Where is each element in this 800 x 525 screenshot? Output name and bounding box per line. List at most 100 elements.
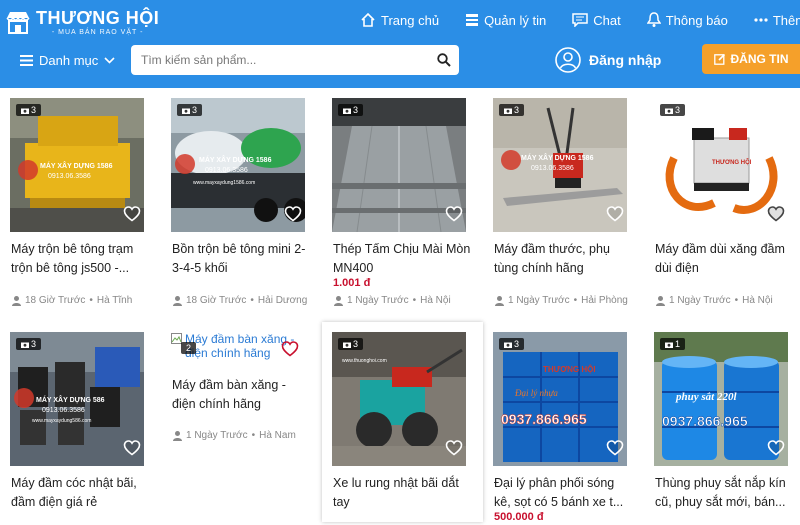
post-location: Hà Nội (742, 295, 773, 306)
heart-icon[interactable] (606, 205, 624, 223)
user-avatar-icon (12, 296, 21, 306)
chevron-down-icon (104, 56, 115, 64)
product-card[interactable]: THƯƠNG HỘI 3 Máy đầm dùi xăng đầm dùi đi… (644, 88, 800, 323)
product-card[interactable]: phuy sắt 220l 0937.866.965 1 Thùng phuy … (644, 322, 800, 522)
nav-manage-posts[interactable]: Quản lý tin (465, 10, 546, 30)
product-price: 500.000 đ (494, 511, 544, 523)
camera-icon (343, 108, 351, 114)
camera-icon (21, 108, 29, 114)
product-card[interactable]: MÁY XÂY DỰNG 1586 0913.06.3586 3 Máy trộ… (0, 88, 161, 323)
heart-icon[interactable] (445, 439, 463, 457)
camera-icon (343, 342, 351, 348)
heart-icon[interactable] (284, 205, 302, 223)
post-time: 1 Ngày Trước (347, 295, 409, 306)
site-logo[interactable]: THƯƠNG HỘI - MUA BÁN RAO VẶT - (4, 5, 159, 39)
image-count-badge: 3 (177, 104, 203, 116)
product-title[interactable]: Máy đầm dùi xăng đầm dùi điện (655, 240, 793, 278)
post-time: 1 Ngày Trước (186, 430, 248, 441)
product-card[interactable]: MÁY XÂY DỰNG 1586 0913.06.3586 www.mayxa… (161, 88, 322, 323)
image-count-badge: 3 (338, 104, 364, 116)
product-meta: 1 Ngày Trước • Hà Nội (333, 295, 451, 306)
camera-icon (21, 342, 29, 348)
nav-label: Thông báo (665, 12, 728, 28)
product-title[interactable]: Bồn trộn bê tông mini 2-3-4-5 khối (172, 240, 310, 278)
more-icon (754, 18, 768, 22)
post-location: Hải Dương (257, 295, 308, 306)
image-count-badge: 3 (16, 104, 42, 116)
product-title[interactable]: Thép Tấm Chịu Mài Mòn MN400 (333, 240, 471, 278)
watermark-phone: 0937.866.965 (662, 413, 748, 429)
home-icon (361, 12, 375, 27)
watermark-text: MÁY XÂY DỰNG 1586 (40, 161, 113, 170)
user-avatar-icon (334, 296, 343, 306)
watermark-text: MÁY XÂY DỰNG 1586 (521, 153, 594, 162)
product-grid: MÁY XÂY DỰNG 1586 0913.06.3586 3 Máy trộ… (0, 88, 800, 525)
watermark-phone: 0913.06.3586 (205, 167, 248, 174)
watermark-phone: 0937.866.965 (501, 411, 587, 427)
camera-icon (182, 108, 190, 114)
post-ad-button[interactable]: ĐĂNG TIN (702, 44, 800, 74)
heart-icon[interactable] (767, 205, 785, 223)
product-title[interactable]: Thùng phuy sắt nắp kín cũ, phuy sắt mới,… (655, 474, 793, 512)
nav-label: Thêm (772, 12, 800, 28)
nav-label: Quản lý tin (484, 12, 547, 28)
category-menu-button[interactable]: Danh mục (20, 48, 115, 72)
user-avatar-icon (495, 296, 504, 306)
post-time: 1 Ngày Trước (669, 295, 731, 306)
heart-icon[interactable] (445, 205, 463, 223)
user-avatar-icon (656, 296, 665, 306)
product-card[interactable]: MÁY XÂY DỰNG 1586 0913.06.3586 3 Máy đầm… (483, 88, 644, 323)
login-label: Đăng nhập (589, 52, 662, 68)
camera-icon (504, 108, 512, 114)
image-count-badge: 3 (499, 104, 525, 116)
menu-icon (20, 54, 33, 66)
product-title[interactable]: Máy đầm thước, phụ tùng chính hãng (494, 240, 632, 278)
shop-icon (6, 12, 30, 34)
watermark-text: MÁY XÂY DỰNG 586 (36, 395, 105, 404)
watermark-url: www.thuonghoi.com (342, 358, 387, 364)
heart-icon[interactable] (281, 340, 299, 358)
site-header: THƯƠNG HỘI - MUA BÁN RAO VẶT - Trang chủ… (0, 0, 800, 88)
product-card[interactable]: www.thuonghoi.com 3 Xe lu rung nhật bãi … (322, 322, 483, 522)
image-count-badge: 3 (660, 104, 686, 116)
product-card[interactable]: MÁY XÂY DỰNG 586 0913.06.3586 www.mayxay… (0, 322, 161, 522)
logo-tagline: - MUA BÁN RAO VẶT - (51, 28, 144, 36)
top-navigation: Trang chủ Quản lý tin Chat Thông báo Thê… (360, 10, 800, 30)
nav-notifications[interactable]: Thông báo (646, 10, 728, 30)
heart-icon[interactable] (606, 439, 624, 457)
product-card[interactable]: Máy đầm bàn xăng - điện chính hãng 2 Máy… (161, 322, 322, 522)
image-count-badge: 3 (16, 338, 42, 350)
chat-icon (572, 13, 588, 27)
product-meta: 1 Ngày Trước • Hải Phòng (494, 295, 628, 306)
product-meta: 1 Ngày Trước • Hà Nam (172, 430, 296, 441)
watermark-url: www.mayxaydung1586.com (193, 180, 255, 186)
product-title[interactable]: Đại lý phân phối sóng kê, sọt có 5 bánh … (494, 474, 632, 512)
login-button[interactable]: Đăng nhập (555, 45, 661, 75)
product-title[interactable]: Máy trộn bê tông trạm trộn bê tông js500… (11, 240, 149, 278)
edit-icon (713, 53, 725, 65)
category-label: Danh mục (39, 52, 99, 68)
nav-more[interactable]: Thêm (754, 10, 800, 30)
search-input[interactable] (131, 45, 421, 75)
search-icon[interactable] (437, 53, 451, 67)
user-avatar-icon (173, 431, 182, 441)
product-card[interactable]: THƯƠNG HỘI Đại lý nhựa 0937.866.965 3 Đạ… (483, 322, 644, 523)
product-card[interactable]: 3 Thép Tấm Chịu Mài Mòn MN400 1.001 đ 1 … (322, 88, 483, 323)
post-location: Hà Nội (420, 295, 451, 306)
image-count-badge: 1 (660, 338, 686, 350)
heart-icon[interactable] (123, 205, 141, 223)
nav-chat[interactable]: Chat (572, 10, 621, 30)
nav-home[interactable]: Trang chủ (360, 10, 439, 30)
camera-icon (665, 108, 673, 114)
watermark-phone: 0913.06.3586 (42, 407, 85, 414)
heart-icon[interactable] (123, 439, 141, 457)
product-meta: 18 Giờ Trước • Hải Dương (172, 295, 307, 306)
heart-icon[interactable] (767, 439, 785, 457)
post-ad-label: ĐĂNG TIN (730, 52, 789, 66)
watermark-text: THƯƠNG HỘI (543, 365, 596, 374)
product-title[interactable]: Xe lu rung nhật bãi dắt tay (333, 474, 471, 512)
product-title[interactable]: Máy đầm cóc nhật bãi, đầm điện giá rẻ (11, 474, 149, 512)
product-title[interactable]: Máy đầm bàn xăng - điện chính hãng (172, 376, 310, 414)
camera-icon (504, 342, 512, 348)
product-meta: 1 Ngày Trước • Hà Nội (655, 295, 773, 306)
